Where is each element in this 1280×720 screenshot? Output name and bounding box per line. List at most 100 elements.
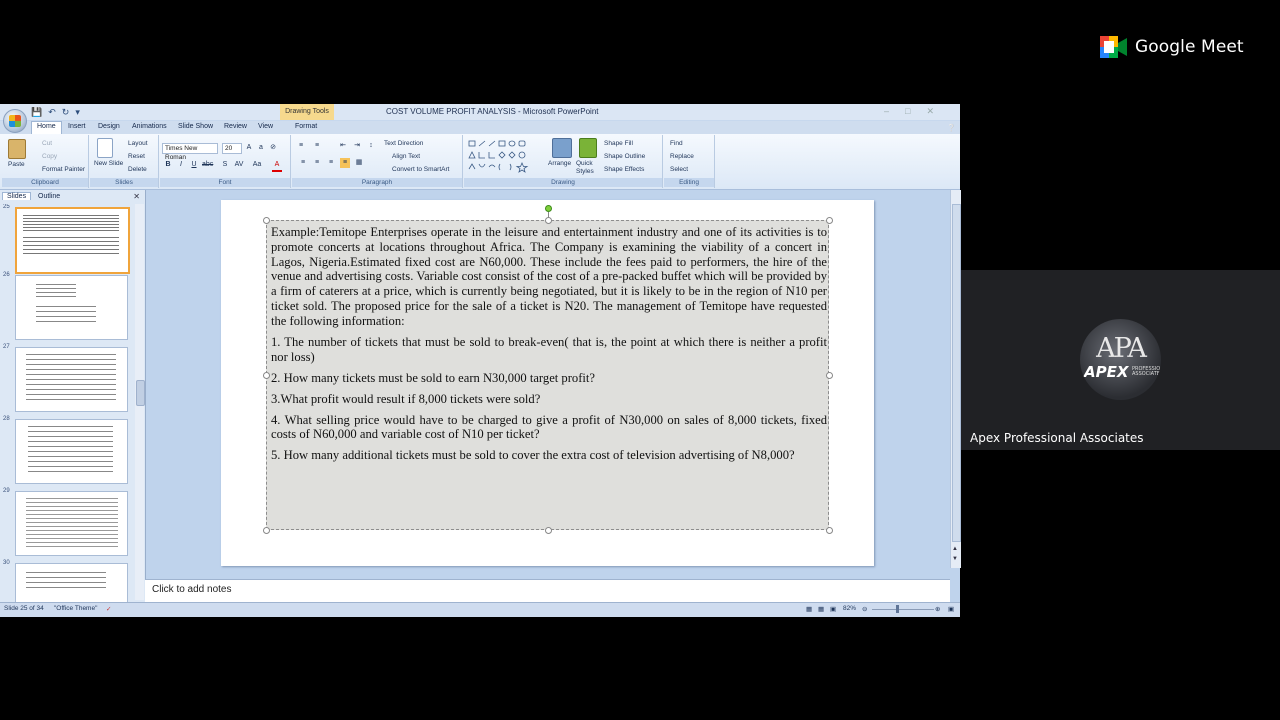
slide-thumbnail[interactable] (15, 491, 128, 556)
resize-handle[interactable] (826, 527, 833, 534)
decrease-indent-icon[interactable]: ⇤ (338, 141, 348, 151)
resize-handle[interactable] (826, 217, 833, 224)
normal-view-icon[interactable]: ▦ (806, 605, 812, 613)
convert-smartart-button[interactable]: Convert to SmartArt (392, 166, 449, 173)
format-painter-button[interactable]: Format Painter (42, 166, 85, 173)
columns-icon[interactable]: ▦ (354, 158, 364, 168)
resize-handle[interactable] (826, 372, 833, 379)
reset-button[interactable]: Reset (128, 153, 145, 160)
tab-view[interactable]: View (258, 123, 273, 130)
paste-icon[interactable] (8, 139, 26, 159)
redo-icon[interactable]: ↻ (62, 107, 70, 118)
zoom-out-icon[interactable]: ⊖ (862, 605, 867, 613)
undo-icon[interactable]: ↶ (48, 107, 56, 118)
next-slide-icon[interactable]: ▼ (952, 556, 958, 562)
align-center-icon[interactable]: ≡ (312, 158, 322, 168)
rotation-handle[interactable] (545, 205, 552, 212)
arrange-icon[interactable] (552, 138, 572, 158)
arrange-button[interactable]: Arrange (548, 160, 571, 167)
tab-slides-panel[interactable]: Slides (2, 192, 32, 200)
paste-button[interactable]: Paste (8, 161, 25, 168)
zoom-level[interactable]: 82% (843, 605, 856, 612)
font-color-icon[interactable]: A (272, 160, 282, 172)
zoom-slider[interactable] (872, 609, 934, 610)
select-button[interactable]: Select (670, 166, 688, 173)
slide-thumbnail[interactable] (15, 563, 128, 602)
tab-insert[interactable]: Insert (68, 123, 86, 130)
delete-button[interactable]: Delete (128, 166, 147, 173)
tab-home[interactable]: Home (31, 121, 62, 135)
meet-brand-text: Google Meet (1135, 37, 1244, 57)
new-slide-icon[interactable] (97, 138, 113, 158)
find-button[interactable]: Find (670, 140, 683, 147)
save-icon[interactable]: 💾 (31, 107, 42, 118)
shadow-icon[interactable]: S (220, 160, 230, 170)
increase-indent-icon[interactable]: ⇥ (352, 141, 362, 151)
strikethrough-icon[interactable]: abc (202, 160, 213, 170)
slide-sorter-icon[interactable]: ▦ (818, 605, 824, 613)
text-direction-button[interactable]: Text Direction (384, 140, 423, 147)
prev-slide-icon[interactable]: ▲ (952, 546, 958, 552)
slide-textbox[interactable]: Example:Temitope Enterprises operate in … (266, 220, 829, 530)
cut-button[interactable]: Cut (42, 140, 52, 147)
shrink-font-icon[interactable]: a (256, 143, 266, 153)
slide-thumbnail[interactable] (15, 207, 130, 274)
tab-review[interactable]: Review (224, 123, 247, 130)
window-controls[interactable]: –□✕ (884, 106, 950, 117)
zoom-slider-thumb[interactable] (896, 605, 899, 613)
italic-icon[interactable]: I (176, 160, 186, 170)
resize-handle[interactable] (545, 527, 552, 534)
slide-thumbnail[interactable] (15, 419, 128, 484)
grow-font-icon[interactable]: A (244, 143, 254, 153)
align-right-icon[interactable]: ≡ (326, 158, 336, 168)
shape-fill-button[interactable]: Shape Fill (604, 140, 633, 147)
fit-window-icon[interactable]: ▣ (948, 605, 954, 613)
line-spacing-icon[interactable]: ↕ (366, 141, 376, 151)
resize-handle[interactable] (545, 217, 552, 224)
tab-outline-panel[interactable]: Outline (38, 193, 60, 200)
resize-handle[interactable] (263, 372, 270, 379)
font-size-select[interactable]: 20 (222, 143, 242, 154)
qat-dropdown-icon[interactable]: ▾ (75, 107, 80, 118)
bold-icon[interactable]: B (163, 160, 173, 170)
tab-format[interactable]: Format (295, 123, 317, 130)
shapes-gallery-icon[interactable] (467, 139, 543, 175)
tab-slide-show[interactable]: Slide Show (178, 123, 213, 130)
tab-animations[interactable]: Animations (132, 123, 167, 130)
layout-button[interactable]: Layout (128, 140, 148, 147)
panel-scrollbar[interactable] (135, 204, 145, 600)
slide-scrollbar[interactable]: ▲ ▼ (950, 190, 961, 568)
bullets-icon[interactable]: ≡ (296, 141, 306, 151)
slideshow-view-icon[interactable]: ▣ (830, 605, 836, 613)
replace-button[interactable]: Replace (670, 153, 694, 160)
participant-avatar: APA APEX PROFESSIONAL ASSOCIATES (1080, 319, 1161, 400)
underline-icon[interactable]: U (189, 160, 199, 170)
slide-thumbnail[interactable] (15, 275, 128, 340)
justify-icon[interactable]: ≡ (340, 158, 350, 168)
slide-body-text[interactable]: Example:Temitope Enterprises operate in … (271, 225, 827, 469)
align-text-button[interactable]: Align Text (392, 153, 420, 160)
resize-handle[interactable] (263, 217, 270, 224)
notes-pane[interactable]: Click to add notes (145, 579, 950, 602)
office-button[interactable] (3, 109, 27, 133)
quick-styles-button[interactable]: Quick Styles (576, 160, 598, 176)
slide-canvas[interactable]: Example:Temitope Enterprises operate in … (221, 200, 874, 566)
shape-outline-button[interactable]: Shape Outline (604, 153, 645, 160)
copy-button[interactable]: Copy (42, 153, 57, 160)
tab-design[interactable]: Design (98, 123, 120, 130)
help-icon[interactable]: ❔ (947, 124, 956, 132)
align-left-icon[interactable]: ≡ (298, 158, 308, 168)
new-slide-button[interactable]: New Slide (94, 160, 124, 168)
change-case-icon[interactable]: Aa (252, 160, 262, 170)
shape-effects-button[interactable]: Shape Effects (604, 166, 644, 173)
clear-format-icon[interactable]: ⊘ (268, 143, 278, 153)
zoom-in-icon[interactable]: ⊕ (935, 605, 940, 613)
resize-handle[interactable] (263, 527, 270, 534)
quick-styles-icon[interactable] (579, 138, 597, 158)
panel-close-icon[interactable]: ✕ (133, 192, 140, 201)
slide-thumbnail[interactable] (15, 347, 128, 412)
font-family-select[interactable]: Times New Roman (162, 143, 218, 161)
spacing-icon[interactable]: AV (234, 160, 244, 170)
spellcheck-icon[interactable]: ✓ (106, 605, 111, 613)
numbering-icon[interactable]: ≡ (312, 141, 322, 151)
